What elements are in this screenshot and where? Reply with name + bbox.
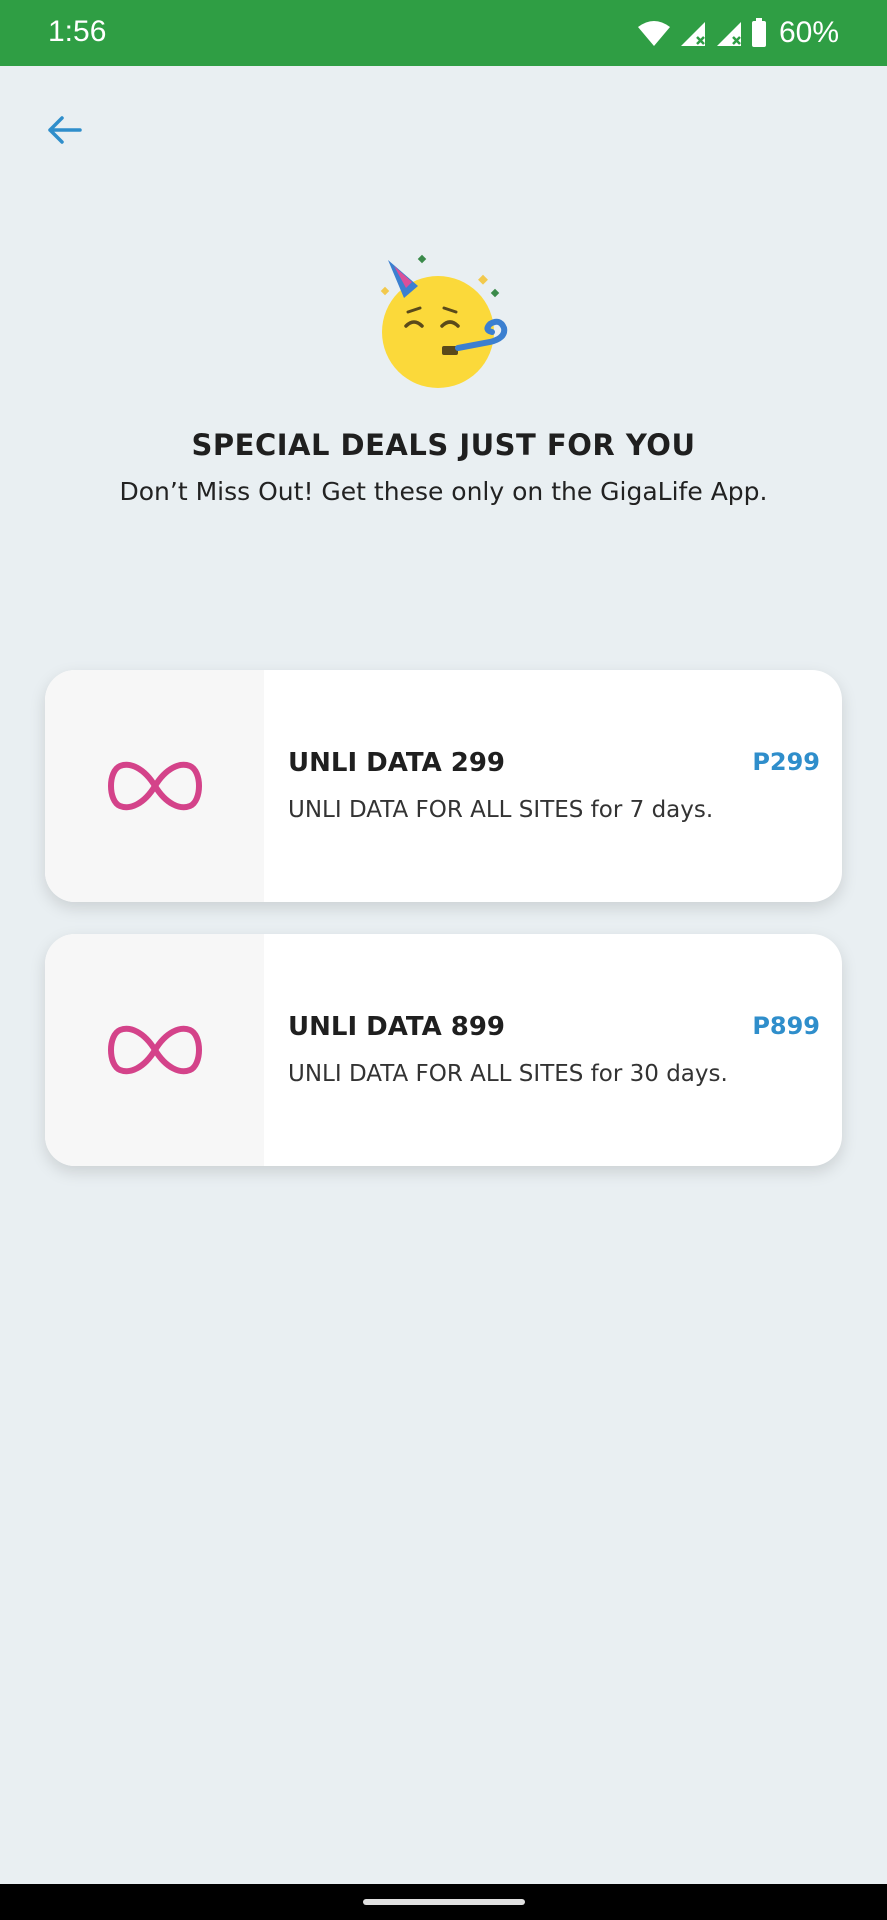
- status-time: 1:56: [48, 15, 107, 48]
- arrow-left-icon: [48, 116, 82, 144]
- deal-icon-panel: [45, 934, 264, 1166]
- deal-card-unli-data-899[interactable]: UNLI DATA 899 UNLI DATA FOR ALL SITES fo…: [45, 934, 842, 1166]
- page-subtitle: Don’t Miss Out! Get these only on the Gi…: [119, 477, 768, 506]
- battery-icon: [751, 18, 766, 47]
- wifi-icon: [637, 21, 670, 46]
- deal-name: UNLI DATA 299: [288, 748, 506, 778]
- infinity-icon: [107, 761, 202, 811]
- deal-description: UNLI DATA FOR ALL SITES for 30 days.: [288, 1061, 728, 1087]
- status-icons: 60%: [637, 14, 839, 52]
- status-bar: 1:56 60%: [0, 0, 887, 66]
- deal-price: P899: [752, 1012, 820, 1040]
- deal-name: UNLI DATA 899: [288, 1012, 506, 1042]
- deal-card-unli-data-299[interactable]: UNLI DATA 299 UNLI DATA FOR ALL SITES fo…: [45, 670, 842, 902]
- deal-icon-panel: [45, 670, 264, 902]
- page-title: SPECIAL DEALS JUST FOR YOU: [191, 428, 696, 462]
- deal-price: P299: [752, 748, 820, 776]
- signal-icon: [716, 22, 741, 46]
- home-gesture-handle[interactable]: [363, 1899, 525, 1905]
- signal-icon: [680, 22, 705, 46]
- battery-percent: 60%: [778, 16, 839, 49]
- party-face-icon: [380, 254, 508, 388]
- deal-description: UNLI DATA FOR ALL SITES for 7 days.: [288, 797, 714, 823]
- infinity-icon: [107, 1025, 202, 1075]
- navigation-bar: [0, 1884, 887, 1920]
- back-button[interactable]: [40, 108, 88, 152]
